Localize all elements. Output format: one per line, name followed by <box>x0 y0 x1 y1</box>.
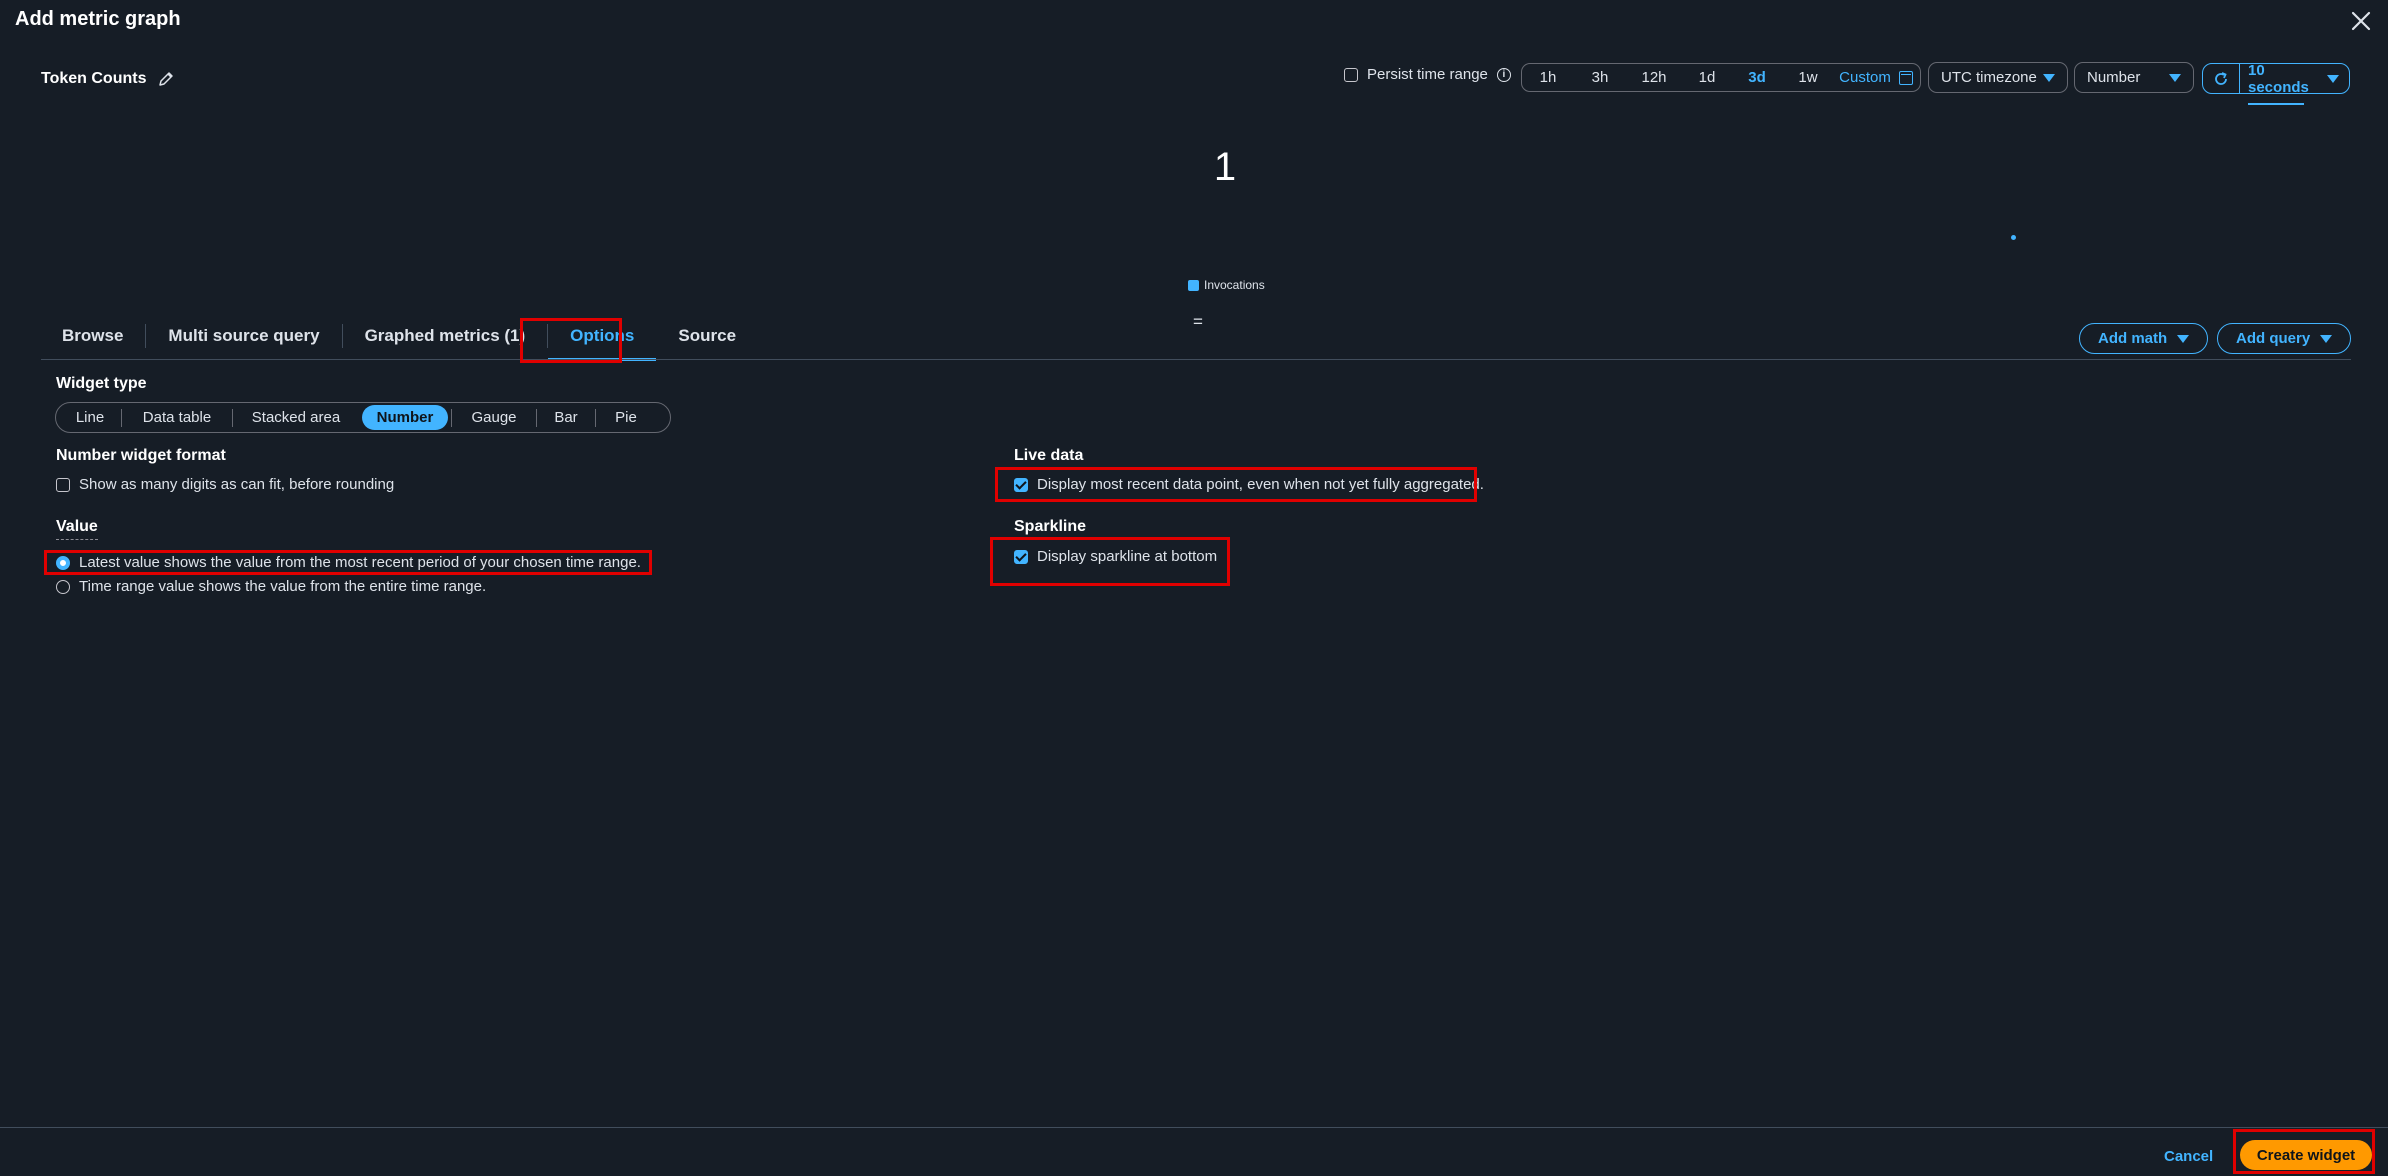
live-data-heading: Live data <box>1014 447 1084 464</box>
widget-type-pie[interactable]: Pie <box>596 405 656 430</box>
custom-label: Custom <box>1839 69 1891 86</box>
number-format-option[interactable]: Show as many digits as can fit, before r… <box>56 476 394 493</box>
caret-down-icon <box>2320 334 2333 343</box>
refresh-button[interactable] <box>2203 64 2240 93</box>
graph-title: Token Counts <box>41 70 147 87</box>
refresh-icon <box>2215 71 2227 85</box>
range-custom[interactable]: Custom <box>1834 64 1918 91</box>
modal-title: Add metric graph <box>15 8 181 30</box>
value-range-label: Time range value shows the value from th… <box>79 578 487 595</box>
widget-type-bar[interactable]: Bar <box>537 405 595 430</box>
calendar-icon <box>1898 70 1913 85</box>
add-query-button[interactable]: Add query <box>2217 323 2352 354</box>
highlight-box <box>2233 1129 2375 1174</box>
tab-bar: Browse Multi source query Graphed metric… <box>41 317 758 361</box>
resize-handle[interactable]: = <box>1193 312 1203 332</box>
widget-type-segmented-control: Line Data table Stacked area Number Gaug… <box>55 402 671 433</box>
caret-down-icon <box>2043 73 2055 82</box>
widget-type-heading: Widget type <box>56 375 147 392</box>
tab-graphed-metrics[interactable]: Graphed metrics (1) <box>343 317 548 355</box>
widget-type-gauge[interactable]: Gauge <box>452 405 536 430</box>
number-format-option-label: Show as many digits as can fit, before r… <box>79 476 395 493</box>
widget-type-stacked-area[interactable]: Stacked area <box>233 405 359 430</box>
legend-swatch <box>1188 279 1199 291</box>
range-1d[interactable]: 1d <box>1682 64 1732 91</box>
sparkline-point <box>2011 235 2016 240</box>
highlight-box <box>995 467 1477 502</box>
value-range-radio[interactable] <box>56 579 70 594</box>
number-format-checkbox[interactable] <box>56 477 70 492</box>
caret-down-icon <box>2169 73 2181 82</box>
persist-time-range[interactable]: Persist time range i <box>1344 66 1511 83</box>
timezone-value: UTC timezone <box>1941 69 2037 86</box>
range-1h[interactable]: 1h <box>1522 64 1574 91</box>
persist-checkbox[interactable] <box>1344 67 1358 82</box>
tab-multi-source-query[interactable]: Multi source query <box>146 317 341 355</box>
add-math-button[interactable]: Add math <box>2079 323 2209 354</box>
value-heading: Value <box>56 518 98 540</box>
number-format-heading: Number widget format <box>56 447 226 464</box>
close-icon[interactable] <box>2348 8 2374 34</box>
time-range-selector: 1h 3h 12h 1d 3d 1w Custom <box>1521 63 1921 92</box>
tab-source[interactable]: Source <box>656 317 758 355</box>
graph-title-row: Token Counts <box>41 70 174 88</box>
legend[interactable]: Invocations <box>1188 278 1265 292</box>
legend-label: Invocations <box>1204 278 1265 292</box>
highlight-box <box>44 550 652 575</box>
widget-type-number[interactable]: Number <box>362 405 448 430</box>
highlight-box <box>990 537 1230 586</box>
widget-type-select[interactable]: Number <box>2074 62 2194 93</box>
range-1w[interactable]: 1w <box>1782 64 1834 91</box>
range-12h[interactable]: 12h <box>1626 64 1682 91</box>
caret-down-icon <box>2177 334 2190 343</box>
refresh-control: 10 seconds <box>2202 61 2350 105</box>
value-range-option[interactable]: Time range value shows the value from th… <box>56 578 486 595</box>
range-3d[interactable]: 3d <box>1732 64 1782 91</box>
add-math-label: Add math <box>2098 330 2168 347</box>
widget-type-value: Number <box>2087 69 2141 86</box>
tabs-divider <box>41 359 2351 360</box>
range-3h[interactable]: 3h <box>1574 64 1626 91</box>
footer-divider <box>0 1127 2388 1128</box>
timezone-select[interactable]: UTC timezone <box>1928 62 2068 93</box>
caret-down-icon <box>2327 74 2339 83</box>
pencil-icon[interactable] <box>158 71 174 87</box>
widget-type-line[interactable]: Line <box>59 405 121 430</box>
refresh-interval-value: 10 seconds <box>2248 61 2309 96</box>
number-value: 1 <box>1213 145 1237 189</box>
refresh-interval-select[interactable]: 10 seconds <box>2240 61 2349 105</box>
add-query-label: Add query <box>2236 330 2311 347</box>
tab-browse[interactable]: Browse <box>41 317 145 355</box>
widget-type-data-table[interactable]: Data table <box>122 405 232 430</box>
persist-label: Persist time range <box>1367 66 1488 83</box>
highlight-box <box>520 318 622 363</box>
cancel-button[interactable]: Cancel <box>2164 1148 2213 1165</box>
info-icon[interactable]: i <box>1496 67 1511 82</box>
